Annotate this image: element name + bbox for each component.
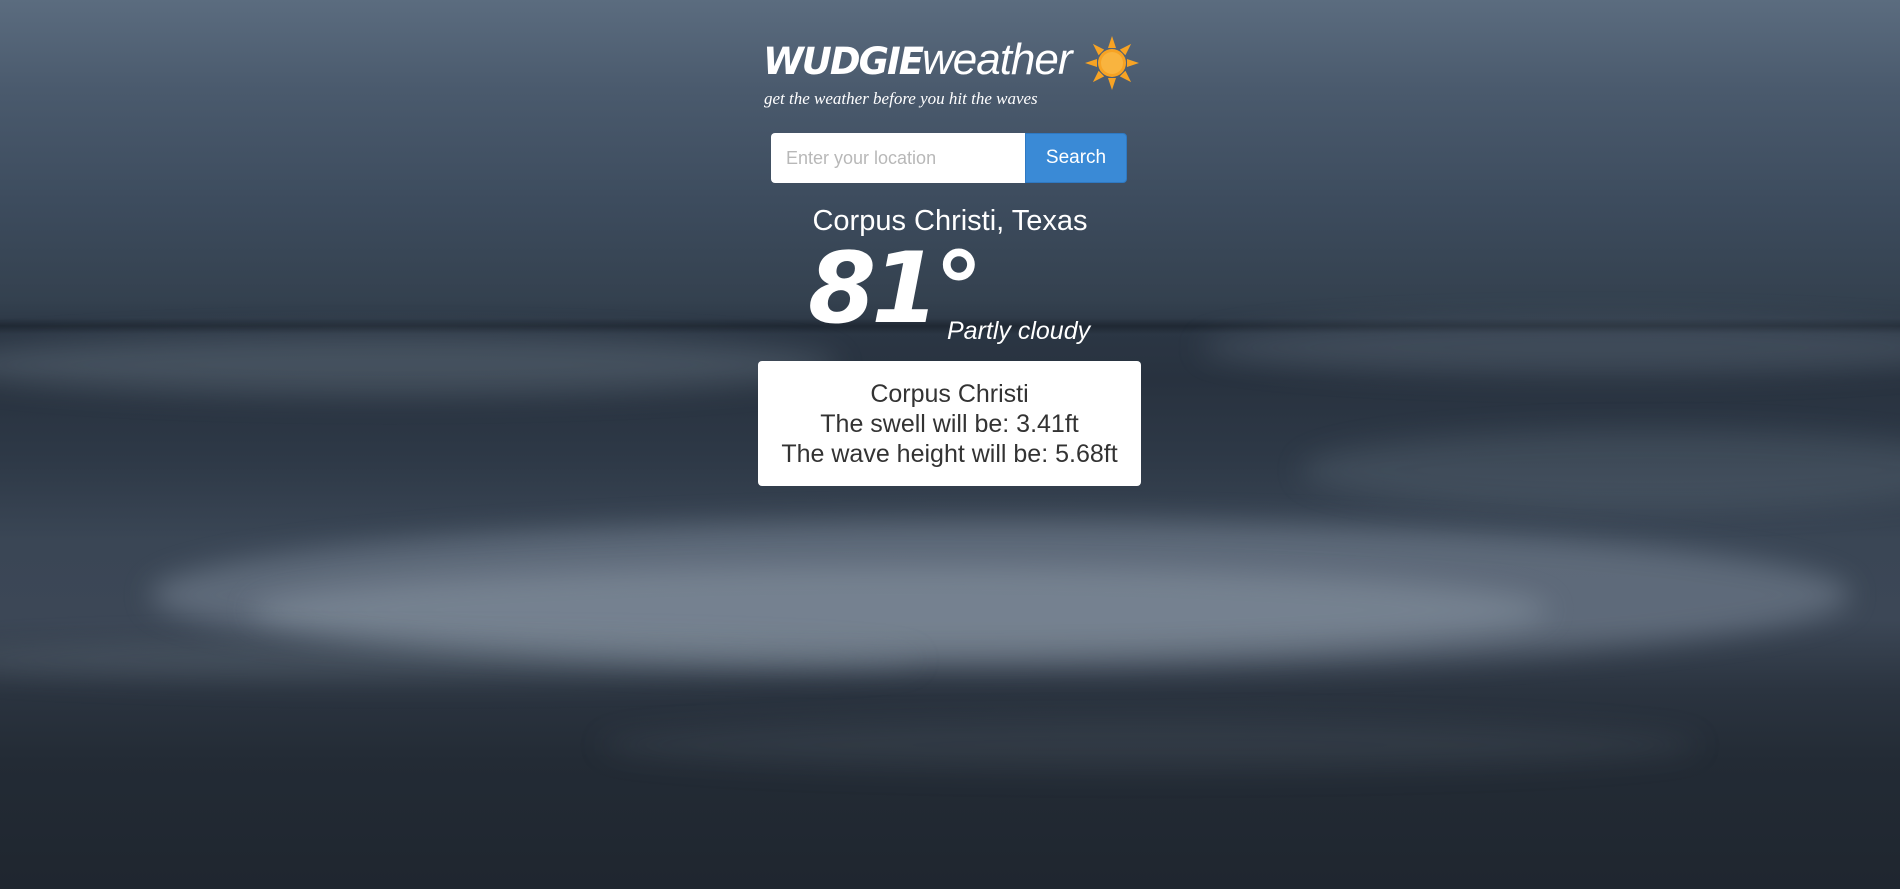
wave-foam	[1200, 320, 1900, 375]
wave-foam	[0, 640, 920, 680]
tagline: get the weather before you hit the waves	[764, 89, 1038, 108]
logo-light-text: weather	[921, 35, 1073, 84]
surf-city: Corpus Christi	[870, 380, 1029, 408]
search-form: Search	[771, 133, 1127, 183]
surf-report-card: Corpus Christi The swell will be: 3.41ft…	[758, 361, 1141, 486]
wave-height: The wave height will be: 5.68ft	[781, 440, 1118, 468]
sun-icon	[1085, 36, 1139, 90]
search-input[interactable]	[771, 133, 1025, 183]
weather-condition: Partly cloudy	[947, 317, 1091, 345]
wave-foam	[600, 720, 1700, 770]
wave-foam	[1300, 430, 1900, 510]
logo-bold-text: WUDGIE	[763, 40, 924, 83]
logo-wordmark: WUDGIEweather	[763, 35, 1073, 84]
search-button[interactable]: Search	[1025, 133, 1127, 183]
swell-height: The swell will be: 3.41ft	[820, 410, 1079, 438]
wave-foam	[0, 335, 840, 395]
